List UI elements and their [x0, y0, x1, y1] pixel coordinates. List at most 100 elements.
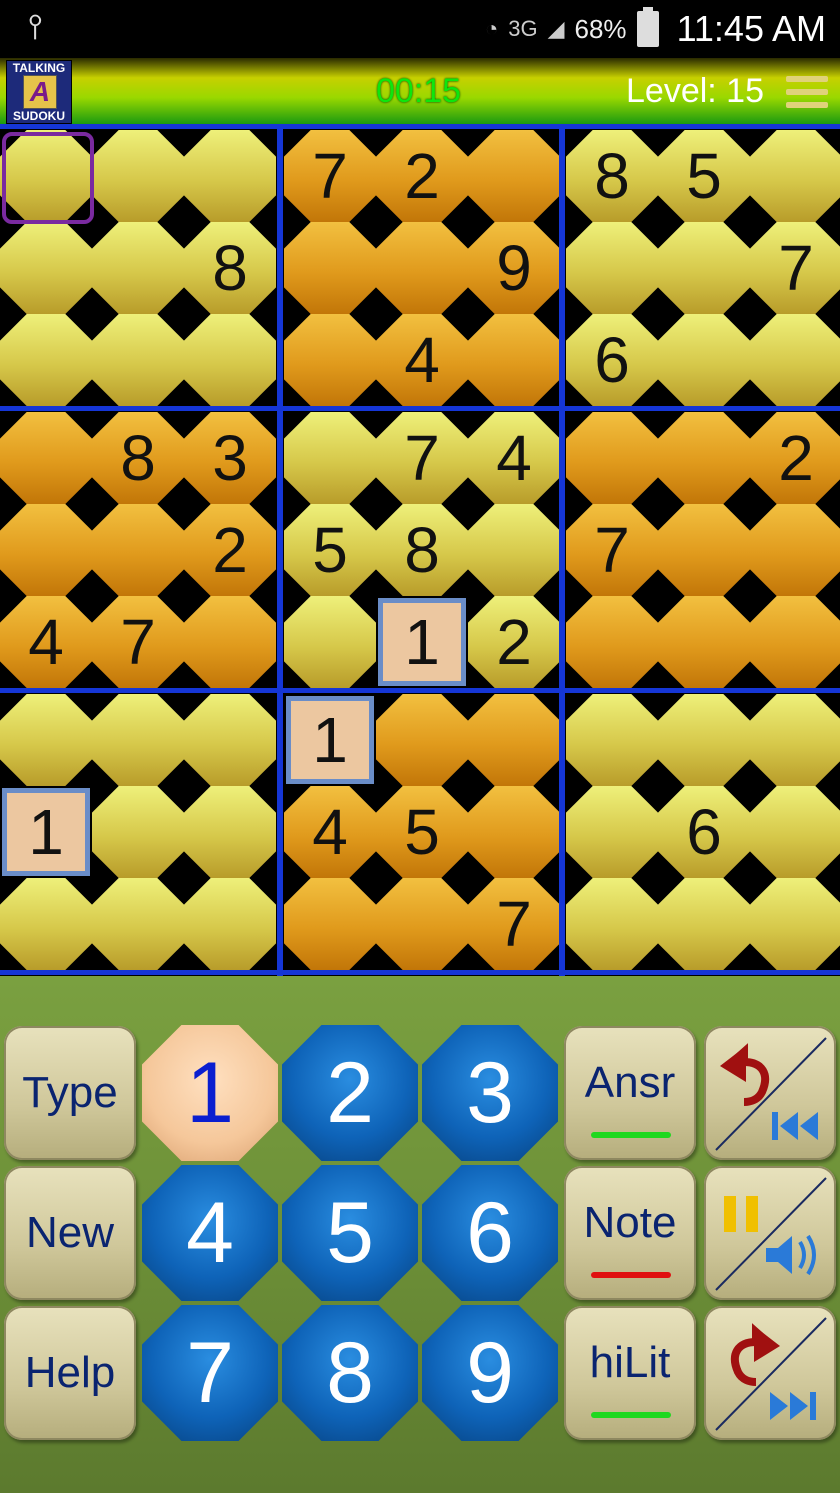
menu-icon[interactable] [786, 76, 828, 112]
board-cell-r8c5[interactable]: 5 [376, 786, 468, 878]
board-cell-r2c8[interactable] [658, 222, 750, 314]
board-cell-r7c9[interactable] [750, 694, 840, 786]
board-cell-r1c7[interactable]: 8 [566, 130, 658, 222]
board-cell-r8c9[interactable] [750, 786, 840, 878]
board-cell-r8c4[interactable]: 4 [284, 786, 376, 878]
board-cell-r8c1[interactable]: 1 [0, 786, 92, 878]
redo-last-button[interactable] [704, 1306, 836, 1440]
board-cell-r6c3[interactable] [184, 596, 276, 688]
digit-9-button[interactable]: 9 [422, 1305, 558, 1441]
board-cell-r6c4[interactable] [284, 596, 376, 688]
board-cell-r3c9[interactable] [750, 314, 840, 406]
digit-2-button[interactable]: 2 [282, 1025, 418, 1161]
board-cell-r8c8[interactable]: 6 [658, 786, 750, 878]
board-cell-r4c5[interactable]: 7 [376, 412, 468, 504]
board-cell-r1c5[interactable]: 2 [376, 130, 468, 222]
board-cell-r5c5[interactable]: 8 [376, 504, 468, 596]
board-cell-r3c3[interactable] [184, 314, 276, 406]
board-cell-r4c7[interactable] [566, 412, 658, 504]
board-cell-r3c6[interactable] [468, 314, 560, 406]
board-cell-r2c9[interactable]: 7 [750, 222, 840, 314]
digit-6-button[interactable]: 6 [422, 1165, 558, 1301]
board-cell-r9c1[interactable] [0, 878, 92, 970]
board-cell-r8c6[interactable] [468, 786, 560, 878]
board-cell-r6c5[interactable]: 1 [376, 596, 468, 688]
board-cell-r3c8[interactable] [658, 314, 750, 406]
board-cell-r7c1[interactable] [0, 694, 92, 786]
board-cell-r3c2[interactable] [92, 314, 184, 406]
board-cell-r9c3[interactable] [184, 878, 276, 970]
board-cell-r9c5[interactable] [376, 878, 468, 970]
digit-8-button[interactable]: 8 [282, 1305, 418, 1441]
board-cell-r4c4[interactable] [284, 412, 376, 504]
board-cell-r8c7[interactable] [566, 786, 658, 878]
board-cell-r7c3[interactable] [184, 694, 276, 786]
board-cell-r2c1[interactable] [0, 222, 92, 314]
board-cell-r8c3[interactable] [184, 786, 276, 878]
board-cell-r2c5[interactable] [376, 222, 468, 314]
board-cell-r4c2[interactable]: 8 [92, 412, 184, 504]
board-cell-r5c4[interactable]: 5 [284, 504, 376, 596]
board-cell-r9c9[interactable] [750, 878, 840, 970]
board-cell-r6c6[interactable]: 2 [468, 596, 560, 688]
board-cell-r1c9[interactable] [750, 130, 840, 222]
type-button[interactable]: Type [4, 1026, 136, 1160]
pause-sound-button[interactable] [704, 1166, 836, 1300]
board-cell-r2c7[interactable] [566, 222, 658, 314]
board-cell-r3c5[interactable]: 4 [376, 314, 468, 406]
digit-4-button[interactable]: 4 [142, 1165, 278, 1301]
board-cell-r8c2[interactable] [92, 786, 184, 878]
board-cell-r5c2[interactable] [92, 504, 184, 596]
board-cell-r4c1[interactable] [0, 412, 92, 504]
board-cell-r4c9[interactable]: 2 [750, 412, 840, 504]
board-cell-r5c1[interactable] [0, 504, 92, 596]
board-cell-r1c1[interactable] [0, 130, 94, 224]
board-cell-r1c4[interactable]: 7 [284, 130, 376, 222]
undo-first-button[interactable] [704, 1026, 836, 1160]
board-cell-r9c6[interactable]: 7 [468, 878, 560, 970]
digit-3-button[interactable]: 3 [422, 1025, 558, 1161]
hilit-button[interactable]: hiLit [564, 1306, 696, 1440]
board-cell-r9c4[interactable] [284, 878, 376, 970]
board-cell-r9c2[interactable] [92, 878, 184, 970]
board-cell-r3c1[interactable] [0, 314, 92, 406]
board-cell-r6c7[interactable] [566, 596, 658, 688]
board-cell-r7c7[interactable] [566, 694, 658, 786]
board-cell-r4c3[interactable]: 3 [184, 412, 276, 504]
board-cell-r2c2[interactable] [92, 222, 184, 314]
board-cell-r9c7[interactable] [566, 878, 658, 970]
board-cell-r3c7[interactable]: 6 [566, 314, 658, 406]
board-cell-r3c4[interactable] [284, 314, 376, 406]
digit-1-button[interactable]: 1 [142, 1025, 278, 1161]
board-cell-r7c5[interactable] [376, 694, 468, 786]
board-cell-r1c8[interactable]: 5 [658, 130, 750, 222]
board-cell-r7c6[interactable] [468, 694, 560, 786]
board-cell-r6c9[interactable] [750, 596, 840, 688]
digit-7-button[interactable]: 7 [142, 1305, 278, 1441]
note-button[interactable]: Note [564, 1166, 696, 1300]
board-cell-r6c1[interactable]: 4 [0, 596, 92, 688]
board-cell-r7c8[interactable] [658, 694, 750, 786]
board-cell-r2c4[interactable] [284, 222, 376, 314]
board-cell-r2c6[interactable]: 9 [468, 222, 560, 314]
board-cell-r7c4[interactable]: 1 [284, 694, 376, 786]
ansr-button[interactable]: Ansr [564, 1026, 696, 1160]
board-cell-r2c3[interactable]: 8 [184, 222, 276, 314]
board-cell-r5c9[interactable] [750, 504, 840, 596]
board-cell-r7c2[interactable] [92, 694, 184, 786]
digit-5-button[interactable]: 5 [282, 1165, 418, 1301]
board-cell-r4c8[interactable] [658, 412, 750, 504]
board-cell-r5c6[interactable] [468, 504, 560, 596]
board-cell-r1c3[interactable] [184, 130, 276, 222]
help-button[interactable]: Help [4, 1306, 136, 1440]
board-cell-r5c7[interactable]: 7 [566, 504, 658, 596]
board-cell-r5c3[interactable]: 2 [184, 504, 276, 596]
board-cell-r4c6[interactable]: 4 [468, 412, 560, 504]
board-cell-r9c8[interactable] [658, 878, 750, 970]
board-cell-r6c8[interactable] [658, 596, 750, 688]
board-cell-r1c6[interactable] [468, 130, 560, 222]
new-button[interactable]: New [4, 1166, 136, 1300]
board-cell-r1c2[interactable] [92, 130, 184, 222]
board-cell-r6c2[interactable]: 7 [92, 596, 184, 688]
board-cell-r5c8[interactable] [658, 504, 750, 596]
